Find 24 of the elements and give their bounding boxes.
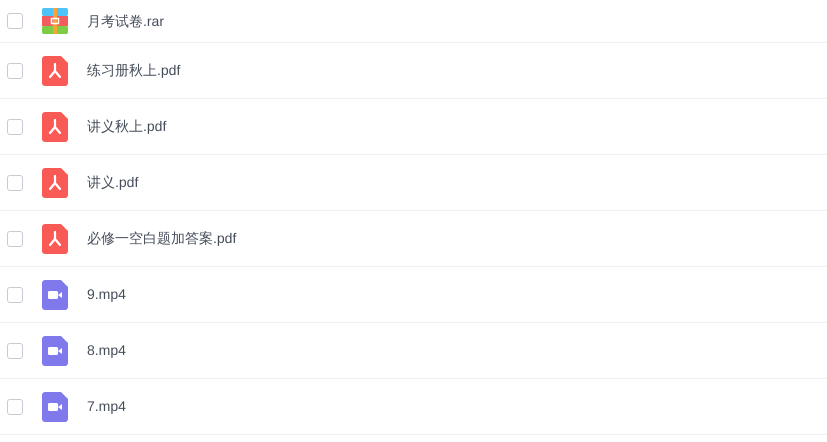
file-name[interactable]: 7.mp4 bbox=[87, 396, 126, 417]
pdf-file-icon bbox=[42, 168, 68, 198]
file-name[interactable]: 必修一空白题加答案.pdf bbox=[87, 228, 236, 249]
pdf-file-icon bbox=[42, 224, 68, 254]
pdf-file-icon bbox=[42, 112, 68, 142]
file-name[interactable]: 讲义.pdf bbox=[87, 172, 138, 193]
checkbox[interactable] bbox=[7, 398, 23, 414]
checkbox[interactable] bbox=[7, 118, 23, 134]
pdf-file-icon bbox=[42, 56, 68, 86]
video-file-icon bbox=[42, 336, 68, 366]
file-name[interactable]: 9.mp4 bbox=[87, 284, 126, 305]
archive-icon bbox=[42, 8, 68, 34]
video-file-icon bbox=[42, 280, 68, 310]
video-file-icon bbox=[42, 392, 68, 422]
checkbox[interactable] bbox=[7, 230, 23, 246]
file-name[interactable]: 月考试卷.rar bbox=[87, 10, 164, 32]
checkbox[interactable] bbox=[7, 62, 23, 78]
checkbox[interactable] bbox=[7, 342, 23, 358]
checkbox[interactable] bbox=[7, 174, 23, 190]
file-name[interactable]: 8.mp4 bbox=[87, 340, 126, 361]
file-name[interactable]: 练习册秋上.pdf bbox=[87, 60, 180, 81]
file-name[interactable]: 讲义秋上.pdf bbox=[87, 116, 166, 137]
checkbox[interactable] bbox=[7, 13, 23, 29]
checkbox[interactable] bbox=[7, 286, 23, 302]
